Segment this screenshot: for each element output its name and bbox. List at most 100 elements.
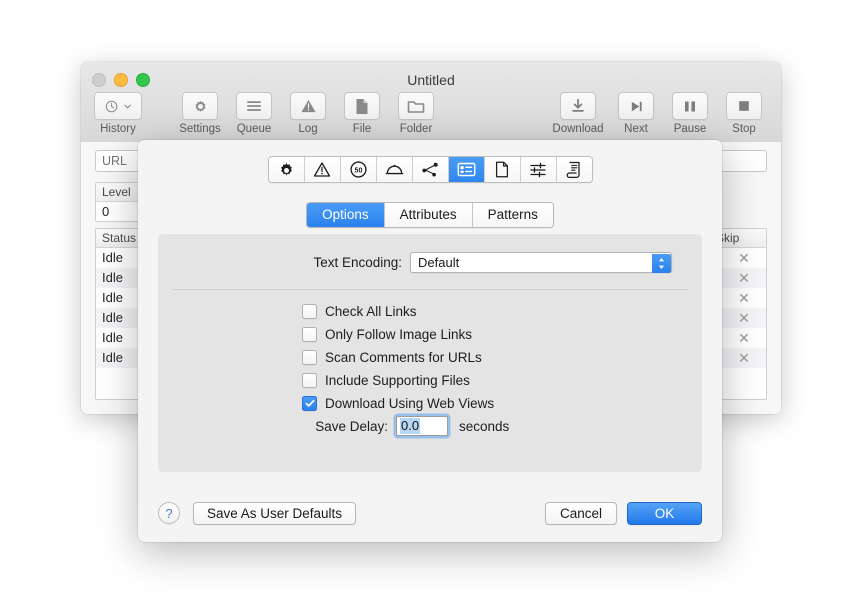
checkbox-checked-icon[interactable]	[302, 396, 317, 411]
dome-cloche-icon	[385, 164, 403, 175]
list-lines-icon	[247, 101, 261, 111]
list-view-icon	[457, 162, 475, 177]
download-button[interactable]	[560, 92, 596, 120]
checkbox-unchecked-icon[interactable]	[302, 327, 317, 342]
toolbar-label-queue: Queue	[236, 123, 272, 135]
icon-tab-speed-limit[interactable]: 50	[340, 157, 377, 182]
options-checkbox-list: Check All Links Only Follow Image Links Sc…	[302, 300, 494, 415]
stop-button[interactable]	[726, 92, 762, 120]
chevron-updown-icon	[651, 253, 671, 273]
toolbar-item-download[interactable]: Download	[547, 92, 609, 135]
icon-tab-list-view[interactable]	[448, 157, 485, 182]
text-encoding-label: Text Encoding:	[313, 255, 402, 270]
queue-button[interactable]	[236, 92, 272, 120]
toolbar-label-stop: Stop	[732, 123, 756, 135]
share-nodes-icon	[421, 162, 438, 176]
download-arrow-icon	[572, 98, 584, 112]
preferences-dialog: 50 Options Attributes Patterns Text Enco…	[138, 140, 722, 542]
clock-chevron-icon	[105, 100, 117, 112]
skip-x-icon: ✕	[738, 350, 750, 366]
gear-icon	[280, 163, 292, 176]
toolbar-label-history: History	[100, 123, 136, 135]
tab-attributes[interactable]: Attributes	[384, 203, 473, 227]
dialog-icon-toolbar: 50	[138, 156, 722, 183]
chevron-down-icon	[123, 104, 131, 108]
checkbox-row[interactable]: Only Follow Image Links	[302, 323, 494, 346]
toolbar-label-download: Download	[552, 123, 604, 135]
svg-text:50: 50	[354, 167, 362, 175]
toolbar-item-folder[interactable]: Folder	[389, 92, 443, 135]
toolbar-item-next[interactable]: Next	[609, 92, 663, 135]
page-document-icon	[495, 161, 509, 178]
cancel-button[interactable]: Cancel	[545, 501, 617, 525]
log-button[interactable]	[290, 92, 326, 120]
folder-icon	[407, 100, 425, 113]
panel-divider	[172, 289, 688, 290]
ok-button[interactable]: OK	[627, 501, 702, 525]
toolbar-label-settings: Settings	[179, 123, 221, 135]
toolbar-label-file: File	[352, 123, 372, 135]
checkbox-row[interactable]: Scan Comments for URLs	[302, 346, 494, 369]
scroll-script-icon	[566, 161, 580, 178]
checkbox-unchecked-icon[interactable]	[302, 373, 317, 388]
text-encoding-row: Text Encoding: Default	[158, 252, 702, 273]
toolbar-item-history[interactable]: History	[91, 92, 145, 135]
checkbox-label: Scan Comments for URLs	[325, 350, 482, 365]
icon-tab-share-nodes[interactable]	[412, 157, 449, 182]
icon-tab-warning[interactable]	[304, 157, 341, 182]
checkbox-label: Include Supporting Files	[325, 373, 470, 388]
skip-x-icon: ✕	[738, 290, 750, 306]
warning-triangle-icon	[313, 162, 331, 177]
toolbar-label-log: Log	[298, 123, 318, 135]
toolbar-label-folder: Folder	[399, 123, 433, 135]
cell-skip[interactable]: ✕	[722, 328, 766, 348]
skip-x-icon: ✕	[738, 270, 750, 286]
icon-tab-group: 50	[267, 156, 593, 183]
checkbox-row[interactable]: Include Supporting Files	[302, 369, 494, 392]
settings-button[interactable]	[182, 92, 218, 120]
skip-x-icon: ✕	[738, 330, 750, 346]
toolbar-item-settings[interactable]: Settings	[173, 92, 227, 135]
stop-square-icon	[739, 101, 749, 111]
checkbox-row[interactable]: Download Using Web Views	[302, 392, 494, 415]
dialog-tab-bar: Options Attributes Patterns	[138, 202, 722, 228]
toolbar-item-file[interactable]: File	[335, 92, 389, 135]
save-delay-row: Save Delay: 0.0 seconds	[158, 416, 702, 436]
checkbox-unchecked-icon[interactable]	[302, 304, 317, 319]
cell-skip[interactable]: ✕	[722, 268, 766, 288]
file-button[interactable]	[344, 92, 380, 120]
window-titlebar: Untitled History Settings Queue Log File…	[81, 62, 781, 143]
save-delay-input[interactable]: 0.0	[396, 416, 448, 436]
save-delay-unit: seconds	[459, 418, 510, 434]
save-as-user-defaults-button[interactable]: Save As User Defaults	[193, 501, 357, 525]
tab-patterns[interactable]: Patterns	[472, 203, 553, 227]
help-button[interactable]: ?	[158, 502, 180, 524]
icon-tab-sliders[interactable]	[520, 157, 557, 182]
save-delay-value: 0.0	[400, 418, 421, 434]
folder-button[interactable]	[398, 92, 434, 120]
toolbar-item-queue[interactable]: Queue	[227, 92, 281, 135]
pause-button[interactable]	[672, 92, 708, 120]
gear-icon	[194, 100, 206, 112]
history-button[interactable]	[94, 92, 142, 120]
text-encoding-select[interactable]: Default	[410, 252, 672, 273]
toolbar-item-pause[interactable]: Pause	[663, 92, 717, 135]
checkbox-row[interactable]: Check All Links	[302, 300, 494, 323]
cell-skip[interactable]: ✕	[722, 288, 766, 308]
checkbox-label: Download Using Web Views	[325, 396, 495, 411]
toolbar-item-stop[interactable]: Stop	[717, 92, 771, 135]
cell-skip[interactable]: ✕	[722, 248, 766, 268]
icon-tab-page[interactable]	[484, 157, 521, 182]
cell-skip[interactable]: ✕	[722, 308, 766, 328]
tab-options[interactable]: Options	[307, 203, 385, 227]
toolbar-item-log[interactable]: Log	[281, 92, 335, 135]
checkbox-unchecked-icon[interactable]	[302, 350, 317, 365]
sliders-icon	[530, 162, 546, 177]
icon-tab-gear[interactable]	[268, 157, 305, 182]
icon-tab-dome[interactable]	[376, 157, 413, 182]
icon-tab-script[interactable]	[556, 157, 592, 182]
skip-x-icon: ✕	[738, 250, 750, 266]
speed-limit-50-icon: 50	[349, 161, 367, 178]
cell-skip[interactable]: ✕	[722, 348, 766, 368]
next-button[interactable]	[618, 92, 654, 120]
